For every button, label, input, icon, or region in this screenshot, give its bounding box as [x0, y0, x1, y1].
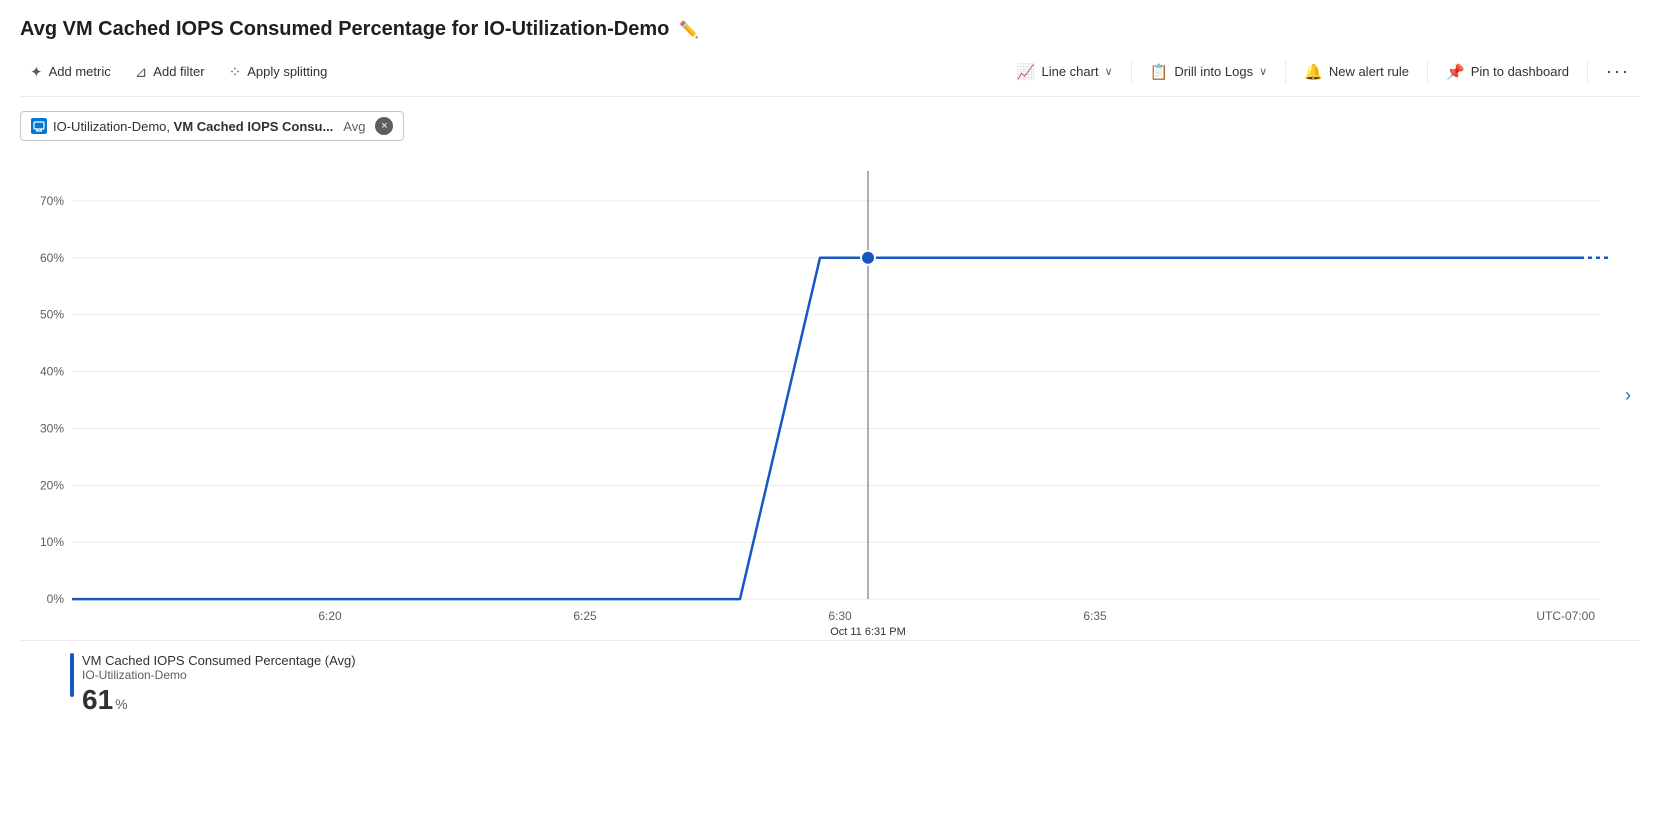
apply-splitting-button[interactable]: ⁘ Apply splitting	[219, 57, 338, 87]
legend-text-group: VM Cached IOPS Consumed Percentage (Avg)…	[82, 653, 356, 716]
line-chart-label: Line chart	[1041, 64, 1098, 79]
toolbar-left: ✦ Add metric ⊿ Add filter ⁘ Apply splitt…	[20, 57, 1007, 87]
svg-text:70%: 70%	[40, 194, 64, 208]
edit-icon[interactable]: ✏️	[679, 20, 699, 40]
legend-color-bar	[70, 653, 74, 697]
metric-pill-close-button[interactable]: ×	[375, 117, 393, 135]
new-alert-icon: 🔔	[1304, 63, 1323, 81]
legend-value-row: 61 %	[82, 684, 356, 716]
svg-text:20%: 20%	[40, 478, 64, 492]
line-chart-button[interactable]: 📈 Line chart ∨	[1007, 57, 1123, 87]
metric-pill-aggregation: Avg	[343, 119, 365, 134]
legend-value: 61	[82, 684, 113, 716]
legend-unit: %	[115, 696, 127, 712]
new-alert-button[interactable]: 🔔 New alert rule	[1294, 57, 1419, 87]
title-row: Avg VM Cached IOPS Consumed Percentage f…	[20, 18, 1640, 41]
svg-text:6:35: 6:35	[1083, 609, 1107, 623]
add-metric-button[interactable]: ✦ Add metric	[20, 57, 121, 87]
legend-resource-name: IO-Utilization-Demo	[82, 668, 356, 682]
pin-dashboard-label: Pin to dashboard	[1471, 64, 1569, 79]
apply-splitting-icon: ⁘	[229, 63, 242, 81]
metric-pills-row: IO-Utilization-Demo, VM Cached IOPS Cons…	[20, 111, 1640, 141]
add-filter-icon: ⊿	[135, 63, 148, 81]
more-options-button[interactable]: ···	[1596, 55, 1640, 88]
svg-text:0%: 0%	[47, 592, 65, 606]
pin-dashboard-button[interactable]: 📌 Pin to dashboard	[1436, 57, 1579, 87]
svg-text:30%: 30%	[40, 421, 64, 435]
svg-text:50%: 50%	[40, 308, 64, 322]
add-filter-label: Add filter	[153, 64, 204, 79]
drill-logs-label: Drill into Logs	[1174, 64, 1253, 79]
drill-logs-button[interactable]: 📋 Drill into Logs ∨	[1140, 57, 1278, 87]
toolbar: ✦ Add metric ⊿ Add filter ⁘ Apply splitt…	[20, 55, 1640, 97]
new-alert-label: New alert rule	[1329, 64, 1409, 79]
chart-svg: 70% 60% 50% 40% 30% 20% 10% 0% 6:20 6:25	[20, 151, 1640, 640]
toolbar-divider-2	[1285, 60, 1286, 84]
svg-text:6:25: 6:25	[573, 609, 597, 623]
svg-text:UTC-07:00: UTC-07:00	[1536, 609, 1595, 623]
svg-text:6:20: 6:20	[318, 609, 342, 623]
expand-arrow[interactable]: ›	[1616, 372, 1640, 420]
svg-text:6:30: 6:30	[828, 609, 852, 623]
line-chart-chevron: ∨	[1105, 65, 1113, 78]
drill-logs-chevron: ∨	[1259, 65, 1267, 78]
add-filter-button[interactable]: ⊿ Add filter	[125, 57, 215, 87]
apply-splitting-label: Apply splitting	[247, 64, 327, 79]
pin-dashboard-icon: 📌	[1446, 63, 1465, 81]
drill-logs-icon: 📋	[1150, 63, 1169, 81]
toolbar-divider-1	[1131, 60, 1132, 84]
chart-wrapper: › 70% 60% 50% 40% 30% 20% 10% 0%	[20, 151, 1640, 641]
svg-text:10%: 10%	[40, 535, 64, 549]
page-container: Avg VM Cached IOPS Consumed Percentage f…	[0, 0, 1660, 726]
metric-pill-vm-icon	[31, 118, 47, 134]
metric-pill-resource: IO-Utilization-Demo, VM Cached IOPS Cons…	[53, 119, 333, 134]
chart-legend: VM Cached IOPS Consumed Percentage (Avg)…	[20, 653, 1640, 716]
toolbar-divider-4	[1587, 60, 1588, 84]
toolbar-divider-3	[1427, 60, 1428, 84]
svg-text:40%: 40%	[40, 365, 64, 379]
svg-text:Oct 11 6:31 PM: Oct 11 6:31 PM	[830, 626, 905, 638]
metric-pill: IO-Utilization-Demo, VM Cached IOPS Cons…	[20, 111, 404, 141]
legend-metric-name: VM Cached IOPS Consumed Percentage (Avg)	[82, 653, 356, 668]
add-metric-icon: ✦	[30, 63, 43, 81]
line-chart-icon: 📈	[1017, 63, 1036, 81]
toolbar-right: 📈 Line chart ∨ 📋 Drill into Logs ∨ 🔔 New…	[1007, 55, 1640, 88]
add-metric-label: Add metric	[49, 64, 111, 79]
more-options-icon: ···	[1606, 61, 1630, 82]
svg-text:60%: 60%	[40, 251, 64, 265]
page-title: Avg VM Cached IOPS Consumed Percentage f…	[20, 18, 669, 41]
